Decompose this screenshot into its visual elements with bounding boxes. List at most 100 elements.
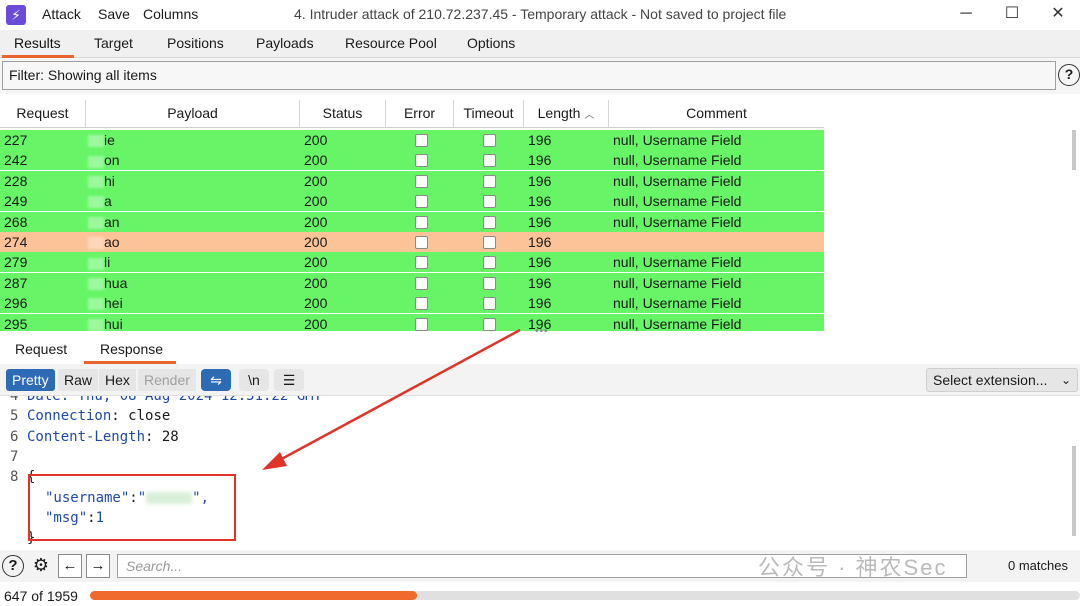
menu-columns[interactable]: Columns xyxy=(143,6,198,22)
timeout-checkbox[interactable] xyxy=(483,134,496,147)
table-row[interactable]: 268 an 200 196 null, Username Field xyxy=(0,211,824,232)
line-number: 5 xyxy=(10,408,19,424)
table-row[interactable]: 296 hei 200 196 null, Username Field xyxy=(0,293,824,314)
col-error[interactable]: Error xyxy=(386,100,454,128)
sort-ascending-icon: ︿ xyxy=(584,110,595,121)
cell-status: 200 xyxy=(304,152,328,169)
col-comment[interactable]: Comment xyxy=(609,100,824,128)
error-checkbox[interactable] xyxy=(415,195,428,209)
response-editor[interactable]: 4 Date: Thu, 08 Aug 2024 12:51:22 GMT 5 … xyxy=(0,396,1080,548)
payload-text: hi xyxy=(104,172,115,189)
col-timeout[interactable]: Timeout xyxy=(454,100,524,128)
col-length[interactable]: Length ︿ xyxy=(524,100,609,128)
error-checkbox[interactable] xyxy=(415,174,428,188)
error-checkbox[interactable] xyxy=(415,276,428,290)
menu-attack[interactable]: Attack xyxy=(42,6,81,22)
payload-text: li xyxy=(104,254,111,271)
help-icon[interactable]: ? xyxy=(1058,64,1080,86)
redacted-payload xyxy=(88,298,104,311)
filter-bar[interactable]: Filter: Showing all items xyxy=(2,61,1056,90)
tab-response[interactable]: Response xyxy=(100,341,163,357)
timeout-checkbox[interactable] xyxy=(483,276,496,290)
timeout-checkbox[interactable] xyxy=(483,317,496,331)
timeout-checkbox[interactable] xyxy=(483,297,496,311)
error-checkbox[interactable] xyxy=(415,236,428,249)
error-checkbox[interactable] xyxy=(415,297,428,311)
menu-icon[interactable]: ☰ xyxy=(274,369,304,391)
wrap-lines-icon[interactable]: ⇋ xyxy=(201,369,231,391)
message-tabs: Request Response xyxy=(0,334,1080,364)
code-line: Content-Length: 28 xyxy=(27,429,179,445)
view-raw-button[interactable]: Raw xyxy=(58,369,99,391)
payload-text: ie xyxy=(104,132,115,148)
cell-request: 279 xyxy=(4,254,28,271)
table-row[interactable]: 249 a 200 196 null, Username Field xyxy=(0,191,824,212)
cell-request: 295 xyxy=(4,315,28,331)
close-icon[interactable]: ✕ xyxy=(1036,2,1080,28)
window-title: 4. Intruder attack of 210.72.237.45 - Te… xyxy=(294,6,787,22)
view-hex-button[interactable]: Hex xyxy=(99,369,136,391)
timeout-checkbox[interactable] xyxy=(483,256,496,270)
previous-match-icon[interactable]: ← xyxy=(58,554,82,578)
cell-status: 200 xyxy=(304,274,328,291)
next-match-icon[interactable]: → xyxy=(86,554,110,578)
tab-options[interactable]: Options xyxy=(467,35,515,51)
timeout-checkbox[interactable] xyxy=(483,174,496,188)
minimize-icon[interactable]: ─ xyxy=(944,2,988,28)
menu-save[interactable]: Save xyxy=(98,6,130,22)
error-checkbox[interactable] xyxy=(415,256,428,270)
table-row[interactable]: 227 ie 200 196 null, Username Field xyxy=(0,130,824,150)
cell-payload: li xyxy=(88,252,110,272)
table-row[interactable]: 242 on 200 196 null, Username Field xyxy=(0,150,824,171)
redacted-payload xyxy=(88,196,104,209)
table-row[interactable]: 287 hua 200 196 null, Username Field xyxy=(0,272,824,293)
redacted-payload xyxy=(88,278,104,291)
cell-length: 196 xyxy=(528,234,552,250)
progress-fill xyxy=(90,591,417,600)
editor-scrollbar[interactable] xyxy=(1072,446,1076,536)
timeout-checkbox[interactable] xyxy=(483,236,496,249)
tab-positions[interactable]: Positions xyxy=(167,35,224,51)
burp-logo-icon: ⚡ xyxy=(6,5,26,25)
tab-request[interactable]: Request xyxy=(15,341,67,357)
error-checkbox[interactable] xyxy=(415,215,428,229)
redacted-payload xyxy=(88,257,104,270)
table-scrollbar[interactable] xyxy=(1072,130,1076,170)
error-checkbox[interactable] xyxy=(415,134,428,147)
table-row[interactable]: 279 li 200 196 null, Username Field xyxy=(0,252,824,273)
cell-status: 200 xyxy=(304,234,328,250)
tab-payloads[interactable]: Payloads xyxy=(256,35,314,51)
select-extension-label: Select extension... xyxy=(933,372,1048,388)
col-status[interactable]: Status xyxy=(300,100,386,128)
select-extension-dropdown[interactable]: Select extension... ⌄ xyxy=(926,368,1078,392)
timeout-checkbox[interactable] xyxy=(483,195,496,209)
gear-icon[interactable]: ⚙ xyxy=(29,554,53,578)
cell-request: 227 xyxy=(4,132,28,148)
table-row[interactable]: 274 ao 200 196 xyxy=(0,232,824,252)
view-render-button[interactable]: Render xyxy=(138,369,196,391)
tab-resource-pool[interactable]: Resource Pool xyxy=(345,35,437,51)
cell-status: 200 xyxy=(304,193,328,210)
cell-length: 196 xyxy=(528,132,552,148)
view-pretty-button[interactable]: Pretty xyxy=(6,369,55,391)
cell-request: 287 xyxy=(4,274,28,291)
col-request[interactable]: Request xyxy=(0,100,86,128)
show-newlines-icon[interactable]: \n xyxy=(239,369,269,391)
col-payload[interactable]: Payload xyxy=(86,100,300,128)
line-number: 6 xyxy=(10,429,19,445)
cell-payload: an xyxy=(88,212,120,232)
error-checkbox[interactable] xyxy=(415,317,428,331)
timeout-checkbox[interactable] xyxy=(483,215,496,229)
maximize-icon[interactable]: ☐ xyxy=(990,2,1034,28)
tab-results[interactable]: Results xyxy=(14,35,61,51)
table-row[interactable]: 228 hi 200 196 null, Username Field xyxy=(0,170,824,191)
tab-target[interactable]: Target xyxy=(94,35,133,51)
timeout-checkbox[interactable] xyxy=(483,154,496,168)
cell-status: 200 xyxy=(304,132,328,148)
error-checkbox[interactable] xyxy=(415,154,428,168)
help-icon[interactable]: ? xyxy=(2,555,24,577)
redacted-payload xyxy=(88,318,104,331)
table-row[interactable]: 295 hui 200 196 null, Username Field xyxy=(0,313,824,331)
cell-length: 196 xyxy=(528,172,552,189)
header-value: : close xyxy=(111,408,171,424)
